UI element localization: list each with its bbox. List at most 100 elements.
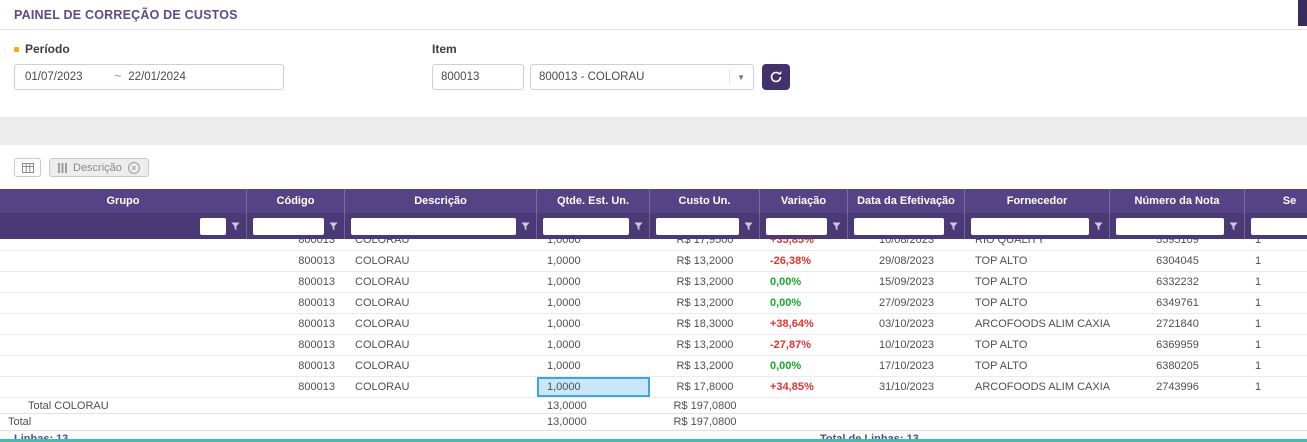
funnel-icon[interactable] — [744, 222, 753, 231]
column-header-variacao[interactable]: Variação — [760, 189, 848, 213]
cell-numero-nota[interactable]: 6369959 — [1110, 335, 1245, 355]
column-header-codigo[interactable]: Código — [247, 189, 345, 213]
cell-grupo[interactable] — [0, 356, 247, 376]
cell-data-efetivacao[interactable]: 29/08/2023 — [848, 251, 965, 271]
column-header-grupo[interactable]: Grupo — [0, 189, 247, 213]
cell-qtde[interactable]: 1,0000 — [537, 335, 650, 355]
column-header-numero-nota[interactable]: Número da Nota — [1110, 189, 1245, 213]
column-header-fornecedor[interactable]: Fornecedor — [965, 189, 1110, 213]
cell-qtde[interactable]: 1,0000 — [537, 293, 650, 313]
cell-grupo[interactable] — [0, 314, 247, 334]
column-header-se[interactable]: Se — [1245, 189, 1307, 213]
cell-codigo[interactable]: 800013 — [247, 251, 345, 271]
cell-data-efetivacao[interactable]: 27/09/2023 — [848, 293, 965, 313]
cell-fornecedor[interactable]: TOP ALTO — [965, 251, 1110, 271]
cell-codigo[interactable]: 800013 — [247, 356, 345, 376]
cell-data-efetivacao[interactable]: 10/10/2023 — [848, 335, 965, 355]
column-chooser-button[interactable] — [14, 158, 41, 177]
funnel-icon[interactable] — [329, 222, 338, 231]
cell-descricao[interactable]: COLORAU — [345, 272, 537, 292]
cell-variacao[interactable]: +35,85% — [760, 239, 848, 250]
cell-data-efetivacao[interactable]: 10/08/2023 — [848, 239, 965, 250]
period-range-input[interactable]: 01/07/2023 ~ 22/01/2024 — [14, 64, 284, 90]
cell-descricao[interactable]: COLORAU — [345, 293, 537, 313]
cell-grupo[interactable] — [0, 251, 247, 271]
cell-codigo[interactable]: 800013 — [247, 314, 345, 334]
column-header-qtde[interactable]: Qtde. Est. Un. — [537, 189, 650, 213]
cell-data-efetivacao[interactable]: 17/10/2023 — [848, 356, 965, 376]
cell-numero-nota[interactable]: 6380205 — [1110, 356, 1245, 376]
table-row[interactable]: 800013 COLORAU 1,0000 R$ 13,2000 -26,38%… — [0, 251, 1307, 272]
cell-codigo[interactable]: 800013 — [247, 239, 345, 250]
cell-custo[interactable]: R$ 13,2000 — [650, 335, 760, 355]
filter-input-fornecedor[interactable] — [971, 218, 1089, 235]
cell-fornecedor[interactable]: TOP ALTO — [965, 293, 1110, 313]
funnel-icon[interactable] — [949, 222, 958, 231]
table-row[interactable]: 800013 COLORAU 1,0000 R$ 13,2000 0,00% 1… — [0, 272, 1307, 293]
cell-grupo[interactable] — [0, 335, 247, 355]
column-header-custo[interactable]: Custo Un. — [650, 189, 760, 213]
cell-data-efetivacao[interactable]: 15/09/2023 — [848, 272, 965, 292]
cell-se[interactable]: 1 — [1245, 239, 1307, 250]
period-end-value[interactable]: 22/01/2024 — [128, 71, 186, 83]
cell-qtde-selected[interactable]: 1,0000 — [537, 377, 650, 397]
cell-se[interactable]: 1 — [1245, 251, 1307, 271]
cell-custo[interactable]: R$ 17,9500 — [650, 239, 760, 250]
cell-codigo[interactable]: 800013 — [247, 335, 345, 355]
period-start-value[interactable]: 01/07/2023 — [25, 71, 83, 83]
cell-variacao[interactable]: 0,00% — [760, 356, 848, 376]
cell-qtde[interactable]: 1,0000 — [537, 251, 650, 271]
cell-custo[interactable]: R$ 13,2000 — [650, 272, 760, 292]
funnel-icon[interactable] — [832, 222, 841, 231]
refresh-button[interactable] — [762, 64, 790, 90]
cell-numero-nota[interactable]: 6349761 — [1110, 293, 1245, 313]
filter-input-data-efetivacao[interactable] — [854, 218, 944, 235]
item-code-input[interactable] — [432, 64, 524, 90]
cell-numero-nota[interactable]: 2721840 — [1110, 314, 1245, 334]
cell-qtde[interactable]: 1,0000 — [537, 272, 650, 292]
cell-variacao[interactable]: -27,87% — [760, 335, 848, 355]
filter-input-codigo[interactable] — [253, 218, 324, 235]
cell-grupo[interactable] — [0, 293, 247, 313]
table-row[interactable]: 800013 COLORAU 1,0000 R$ 13,2000 0,00% 2… — [0, 293, 1307, 314]
cell-se[interactable]: 1 — [1245, 356, 1307, 376]
cell-data-efetivacao[interactable]: 03/10/2023 — [848, 314, 965, 334]
chip-close-icon[interactable]: × — [128, 162, 140, 174]
cell-se[interactable]: 1 — [1245, 272, 1307, 292]
chevron-down-icon[interactable]: ▼ — [729, 70, 745, 84]
cell-numero-nota[interactable]: 6304045 — [1110, 251, 1245, 271]
cell-descricao[interactable]: COLORAU — [345, 251, 537, 271]
funnel-icon[interactable] — [231, 222, 240, 231]
filter-input-qtde[interactable] — [543, 218, 629, 235]
cell-se[interactable]: 1 — [1245, 314, 1307, 334]
cell-descricao[interactable]: COLORAU — [345, 239, 537, 250]
cell-se[interactable]: 1 — [1245, 377, 1307, 397]
cell-grupo[interactable] — [0, 377, 247, 397]
funnel-icon[interactable] — [1229, 222, 1238, 231]
cell-se[interactable]: 1 — [1245, 293, 1307, 313]
cell-fornecedor[interactable]: ARCOFOODS ALIM CAXIAS — [965, 377, 1110, 397]
funnel-icon[interactable] — [521, 222, 530, 231]
column-header-descricao[interactable]: Descrição — [345, 189, 537, 213]
cell-custo[interactable]: R$ 17,8000 — [650, 377, 760, 397]
cell-se[interactable]: 1 — [1245, 335, 1307, 355]
cell-numero-nota[interactable]: 6332232 — [1110, 272, 1245, 292]
filter-input-variacao[interactable] — [766, 218, 827, 235]
cell-descricao[interactable]: COLORAU — [345, 335, 537, 355]
funnel-icon[interactable] — [1094, 222, 1103, 231]
cell-custo[interactable]: R$ 18,3000 — [650, 314, 760, 334]
cell-custo[interactable]: R$ 13,2000 — [650, 356, 760, 376]
cell-grupo[interactable] — [0, 272, 247, 292]
item-select[interactable]: 800013 - COLORAU ▼ — [530, 64, 754, 90]
cell-variacao[interactable]: 0,00% — [760, 293, 848, 313]
cell-qtde[interactable]: 1,0000 — [537, 314, 650, 334]
cell-descricao[interactable]: COLORAU — [345, 314, 537, 334]
table-row[interactable]: 800013 COLORAU 1,0000 R$ 17,8000 +34,85%… — [0, 377, 1307, 398]
cell-variacao[interactable]: +34,85% — [760, 377, 848, 397]
cell-custo[interactable]: R$ 13,2000 — [650, 293, 760, 313]
group-chip-descricao[interactable]: Descrição × — [49, 158, 149, 177]
cell-variacao[interactable]: +38,64% — [760, 314, 848, 334]
filter-input-descricao[interactable] — [351, 218, 516, 235]
cell-descricao[interactable]: COLORAU — [345, 356, 537, 376]
cell-data-efetivacao[interactable]: 31/10/2023 — [848, 377, 965, 397]
